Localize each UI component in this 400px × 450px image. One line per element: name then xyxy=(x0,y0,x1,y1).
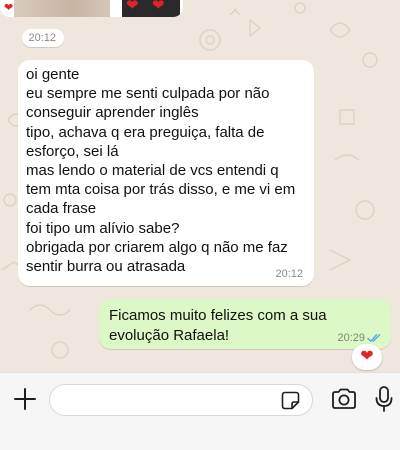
heart-icon: ❤ xyxy=(152,0,165,14)
message-line: evolução Rafaela! xyxy=(109,326,230,344)
message-line: tem mta coisa por trás disso, e me vi em xyxy=(26,181,296,199)
message-line: Ficamos muito felizes com a sua xyxy=(109,307,327,324)
message-time: 20:12 xyxy=(28,32,56,44)
message-line: mas lendo o material de vcs entendi q xyxy=(26,162,279,180)
heart-icon: ❤ xyxy=(360,348,374,365)
incoming-message-text: oi gente eu sempre me senti culpada por … xyxy=(26,65,308,276)
message-meta: 20:29 xyxy=(337,332,383,344)
photo-thumbnail[interactable] xyxy=(14,0,110,17)
heart-icon: ❤ xyxy=(126,0,139,14)
timestamp-bubble: 20:12 xyxy=(22,29,64,47)
sticker-icon[interactable] xyxy=(281,391,300,410)
plus-icon[interactable] xyxy=(12,386,38,412)
message-line: sentir burra ou atrasada xyxy=(26,258,186,276)
outgoing-message-text: Ficamos muito felizes com a sua evolução… xyxy=(109,306,339,345)
message-input-field[interactable] xyxy=(49,384,313,416)
message-line: conseguir aprender inglês xyxy=(26,104,199,122)
message-reaction[interactable]: ❤ xyxy=(352,344,382,370)
incoming-message-bubble[interactable]: oi gente eu sempre me senti culpada por … xyxy=(18,60,314,286)
message-line: tipo, achava q era preguiça, falta de xyxy=(26,123,265,141)
message-line: eu sempre me senti culpada por não xyxy=(26,85,270,103)
message-line: obrigada por criarem algo q não me faz xyxy=(26,238,288,256)
message-line: foi tipo um alívio sabe? xyxy=(26,219,180,237)
message-time: 20:29 xyxy=(337,332,365,344)
message-time: 20:12 xyxy=(275,268,303,280)
message-composer xyxy=(0,372,400,450)
microphone-icon[interactable] xyxy=(374,385,394,413)
message-line: esforço, sei lá xyxy=(26,142,119,160)
double-check-icon xyxy=(367,334,381,342)
message-line: cada frase xyxy=(26,200,97,218)
image-message-bubble[interactable]: ❤ ❤ xyxy=(0,0,183,17)
message-input[interactable] xyxy=(62,391,276,410)
heart-icon: ❤ xyxy=(4,2,14,14)
message-line: oi gente xyxy=(26,66,80,83)
outgoing-message-bubble[interactable]: Ficamos muito felizes com a sua evolução… xyxy=(99,299,391,349)
camera-icon[interactable] xyxy=(330,387,358,411)
